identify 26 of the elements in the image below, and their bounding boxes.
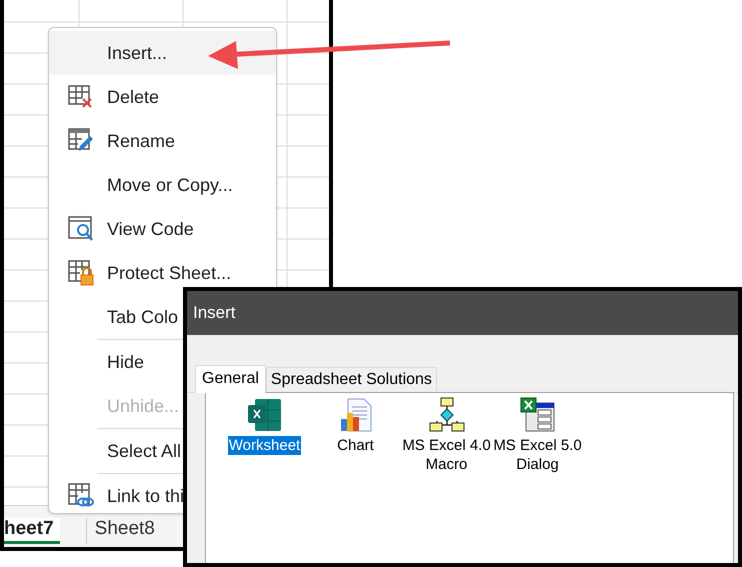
template-item[interactable]: Chart xyxy=(336,436,375,455)
menu-item[interactable]: Hide xyxy=(107,348,144,376)
menu-item[interactable]: Tab Colo xyxy=(107,304,178,330)
table-lock-icon xyxy=(68,260,94,286)
menu-item[interactable]: Select All xyxy=(107,438,182,464)
flowchart-icon xyxy=(428,397,464,433)
menu-item[interactable]: Insert... xyxy=(107,40,168,66)
table-pencil-icon xyxy=(68,128,94,154)
menu-item[interactable]: Protect Sheet... xyxy=(107,260,232,286)
dialog-tab[interactable]: Spreadsheet Solutions xyxy=(266,367,437,392)
template-item[interactable]: Worksheet xyxy=(228,436,302,455)
dialog-title: Insert xyxy=(193,302,236,324)
menu-item[interactable]: View Code xyxy=(107,216,194,242)
table-link-icon xyxy=(68,483,94,509)
dialog-tab[interactable]: General xyxy=(195,365,266,393)
menu-item: Unhide... xyxy=(107,394,180,418)
menu-item[interactable]: Delete xyxy=(107,84,160,110)
sheet-tab[interactable]: Sheet8 xyxy=(86,518,163,544)
menu-item[interactable]: Link to thi xyxy=(107,482,184,510)
sheet-tab[interactable]: heet7 xyxy=(4,518,60,544)
menu-item[interactable]: Rename xyxy=(107,128,176,154)
table-x-icon xyxy=(68,85,94,109)
dialog-form-icon xyxy=(520,397,556,433)
menu-item[interactable]: Move or Copy... xyxy=(107,172,233,198)
spreadsheet-icon xyxy=(246,397,282,433)
window-magnifier-icon xyxy=(68,216,94,242)
